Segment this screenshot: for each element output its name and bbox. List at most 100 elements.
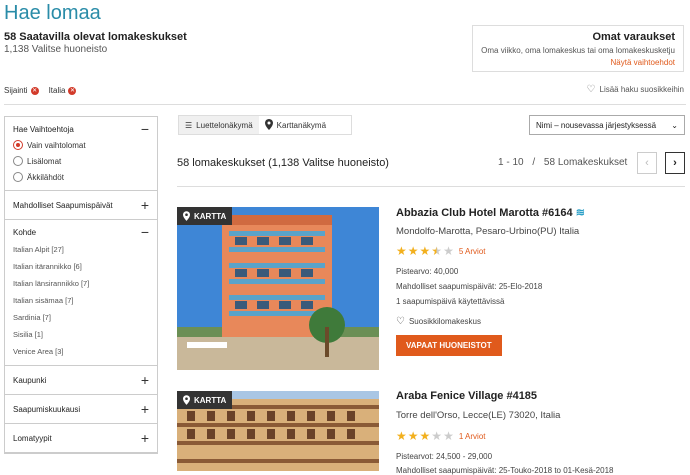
- filter-chip-label: Italia: [48, 86, 66, 95]
- unit-count: 1,138 Valitse huoneisto: [4, 44, 108, 55]
- available-units-button[interactable]: VAPAAT HUONEISTOT: [396, 335, 502, 356]
- star-empty-icon: ★: [443, 244, 454, 258]
- section-title: Lomatyypit: [13, 433, 52, 443]
- radio-selected-icon[interactable]: [13, 140, 23, 150]
- star-icon: ★: [419, 244, 431, 258]
- page-separator: /: [532, 157, 536, 168]
- star-icon: ★: [396, 244, 407, 258]
- my-reservations-box: Omat varaukset Oma viikko, oma lomakesku…: [472, 25, 684, 72]
- radio-label: Lisälomat: [27, 156, 62, 166]
- reservations-heading: Omat varaukset: [592, 31, 675, 43]
- resort-location: Torre dell'Orso, Lecce(LE) 73020, Italia: [396, 410, 561, 421]
- filter-chip-label: Sijainti: [4, 86, 28, 95]
- reservations-text: Oma viikko, oma lomakeskus tai oma lomak…: [481, 46, 675, 55]
- favorite-resort[interactable]: ♡ Suosikkilomakeskus: [396, 316, 481, 327]
- points-value: Pistearvo: 40,000: [396, 267, 459, 276]
- heart-icon: ♡: [586, 84, 596, 95]
- filter-chip-location[interactable]: Sijainti ✕: [4, 86, 39, 95]
- destination-header[interactable]: Kohde −: [13, 225, 149, 239]
- arrival-dates-section[interactable]: Mahdolliset Saapumispäivät +: [5, 191, 157, 220]
- resort-photo[interactable]: KARTTA: [177, 391, 379, 471]
- collapse-icon[interactable]: −: [141, 122, 149, 136]
- radio-icon[interactable]: [13, 156, 23, 166]
- list-icon: ☰: [185, 120, 193, 130]
- star-icon: ★: [407, 244, 419, 258]
- destination-section: Kohde − Italian Alpit [27] Italian itära…: [5, 220, 157, 366]
- resort-location: Mondolfo-Marotta, Pesaro-Urbino(PU) Ital…: [396, 226, 580, 237]
- star-rating: ★ ★ ★ ★ ★ 5 Arviot: [396, 245, 486, 257]
- sort-select[interactable]: Nimi – nousevassa järjestyksessä ⌄: [529, 115, 685, 135]
- radio-icon[interactable]: [13, 172, 23, 182]
- search-options-section: Hae Vaihtoehtoja − Vain vaihtolomat Lisä…: [5, 117, 157, 191]
- filter-chip-country[interactable]: Italia ✕: [49, 86, 77, 95]
- star-rating: ★ ★ ★ ★ ★ 1 Arviot: [396, 430, 486, 442]
- resort-count: 58 Saatavilla olevat lomakeskukset: [4, 31, 187, 43]
- map-badge[interactable]: KARTTA: [177, 391, 233, 409]
- expand-icon[interactable]: +: [141, 373, 149, 387]
- filter-sidebar: Hae Vaihtoehtoja − Vain vaihtolomat Lisä…: [4, 116, 158, 454]
- vacation-types-section[interactable]: Lomatyypit +: [5, 424, 157, 453]
- region-item[interactable]: Sisilia [1]: [13, 330, 149, 339]
- section-title: Mahdolliset Saapumispäivät: [13, 200, 113, 210]
- section-title: Hae Vaihtoehtoja: [13, 124, 74, 134]
- list-view-button[interactable]: ☰ Luettelonäkymä: [179, 116, 259, 134]
- expand-icon[interactable]: +: [141, 402, 149, 416]
- star-half-icon: ★: [431, 244, 443, 258]
- next-page-button[interactable]: ›: [665, 152, 685, 174]
- city-section[interactable]: Kaupunki +: [5, 366, 157, 395]
- search-options-header[interactable]: Hae Vaihtoehtoja −: [13, 122, 149, 136]
- prev-page-button[interactable]: ‹: [637, 152, 657, 174]
- reviews-link[interactable]: 5 Arviot: [459, 247, 486, 256]
- show-options-link[interactable]: Näytä vaihtoehdot: [481, 58, 676, 67]
- radio-last-minute[interactable]: Äkkilähdöt: [13, 172, 149, 182]
- map-pin-icon: [264, 118, 273, 132]
- map-pin-icon: [183, 211, 190, 221]
- region-item[interactable]: Italian länsirannikko [7]: [13, 279, 149, 288]
- pagination-info: 1 - 10 / 58 Lomakeskukset: [498, 157, 627, 168]
- available-arrivals: 1 saapumispäivä käytettävissä: [396, 297, 505, 306]
- expand-icon[interactable]: +: [141, 198, 149, 212]
- arrival-dates: Mahdolliset saapumispäivät: 25-Elo-2018: [396, 282, 543, 291]
- hotel-image: [177, 207, 379, 370]
- active-filters: Sijainti ✕ Italia ✕: [4, 86, 77, 95]
- resort-photo[interactable]: KARTTA: [177, 207, 379, 370]
- region-item[interactable]: Sardinia [7]: [13, 313, 149, 322]
- remove-filter-icon[interactable]: ✕: [30, 86, 39, 95]
- divider: [177, 186, 685, 187]
- star-empty-icon: ★: [443, 429, 454, 443]
- map-pin-icon: [183, 395, 190, 405]
- region-item[interactable]: Italian Alpit [27]: [13, 245, 149, 254]
- resort-name[interactable]: Abbazia Club Hotel Marotta #6164 ≋: [396, 206, 585, 219]
- wave-icon: ≋: [575, 207, 585, 219]
- region-item[interactable]: Italian itärannikko [6]: [13, 262, 149, 271]
- expand-icon[interactable]: +: [141, 431, 149, 445]
- results-count: 58 lomakeskukset (1,138 Valitse huoneist…: [177, 157, 389, 169]
- heart-icon: ♡: [396, 316, 405, 327]
- star-icon: ★: [396, 429, 407, 443]
- reviews-link[interactable]: 1 Arviot: [459, 432, 486, 441]
- remove-filter-icon[interactable]: ✕: [68, 86, 77, 95]
- collapse-icon[interactable]: −: [141, 225, 149, 239]
- chevron-down-icon: ⌄: [671, 120, 678, 130]
- favorite-label: Suosikkilomakeskus: [408, 317, 481, 326]
- radio-extra-vacations[interactable]: Lisälomat: [13, 156, 149, 166]
- section-title: Saapumiskuukausi: [13, 404, 81, 414]
- sort-value: Nimi – nousevassa järjestyksessä: [536, 120, 657, 130]
- region-item[interactable]: Italian sisämaa [7]: [13, 296, 149, 305]
- map-badge-label: KARTTA: [194, 211, 227, 221]
- star-empty-icon: ★: [431, 429, 443, 443]
- resort-name[interactable]: Araba Fenice Village #4185: [396, 390, 537, 402]
- radio-exchange-only[interactable]: Vain vaihtolomat: [13, 140, 149, 150]
- map-view-label: Karttanäkymä: [276, 120, 327, 130]
- star-icon: ★: [419, 429, 431, 443]
- map-view-button[interactable]: Karttanäkymä: [259, 116, 332, 134]
- region-item[interactable]: Venice Area [3]: [13, 347, 149, 356]
- page-title: Hae lomaa: [4, 2, 101, 24]
- view-toggle: ☰ Luettelonäkymä Karttanäkymä: [178, 115, 352, 135]
- radio-label: Äkkilähdöt: [27, 172, 64, 182]
- save-search-link[interactable]: ♡ Lisää haku suosikkeihin: [587, 84, 684, 95]
- arrival-month-section[interactable]: Saapumiskuukausi +: [5, 395, 157, 424]
- map-badge[interactable]: KARTTA: [177, 207, 233, 225]
- divider: [4, 104, 686, 105]
- list-view-label: Luettelonäkymä: [196, 120, 253, 130]
